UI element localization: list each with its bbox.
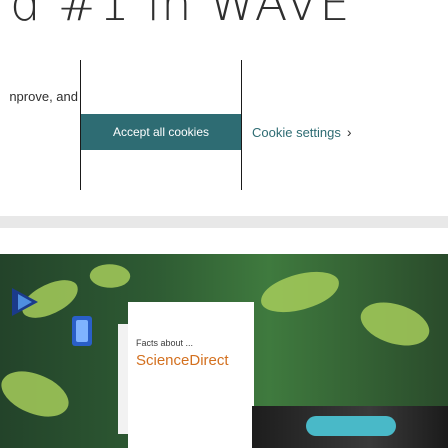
leaf-decoration — [354, 291, 436, 357]
arrow-icon — [12, 288, 38, 316]
promo-banner[interactable]: Facts about ... ScienceDirect — [0, 228, 448, 448]
chevron-right-icon: › — [346, 124, 352, 140]
sciencedirect-card: Facts about ... ScienceDirect — [128, 302, 254, 448]
accept-all-cookies-button[interactable]: Accept all cookies — [81, 114, 241, 150]
leaf-decoration — [88, 260, 132, 292]
cookie-banner-text: nprove, and — [0, 88, 78, 106]
cookie-settings-link[interactable]: Cookie settings › — [252, 122, 352, 142]
pane-icon — [72, 316, 92, 346]
photo-glow — [306, 416, 396, 436]
leaf-decoration — [257, 267, 343, 317]
leaf-decoration — [0, 359, 76, 429]
section-divider — [0, 216, 448, 228]
accept-button-frame: Accept all cookies — [80, 60, 242, 190]
promo-photo — [252, 406, 448, 448]
white-tile — [118, 324, 128, 434]
cookie-settings-label: Cookie settings — [252, 124, 341, 140]
sciencedirect-logo-text: ScienceDirect — [136, 352, 229, 369]
promo-background-image: Facts about ... ScienceDirect — [0, 254, 448, 448]
teaser-text: Facts about ... — [136, 338, 194, 348]
cookie-banner: nprove, and Accept all cookies Cookie se… — [0, 60, 448, 210]
background-headline: d #1 in WAVE — [10, 0, 351, 32]
cookie-text-line: nprove, and — [9, 89, 78, 104]
